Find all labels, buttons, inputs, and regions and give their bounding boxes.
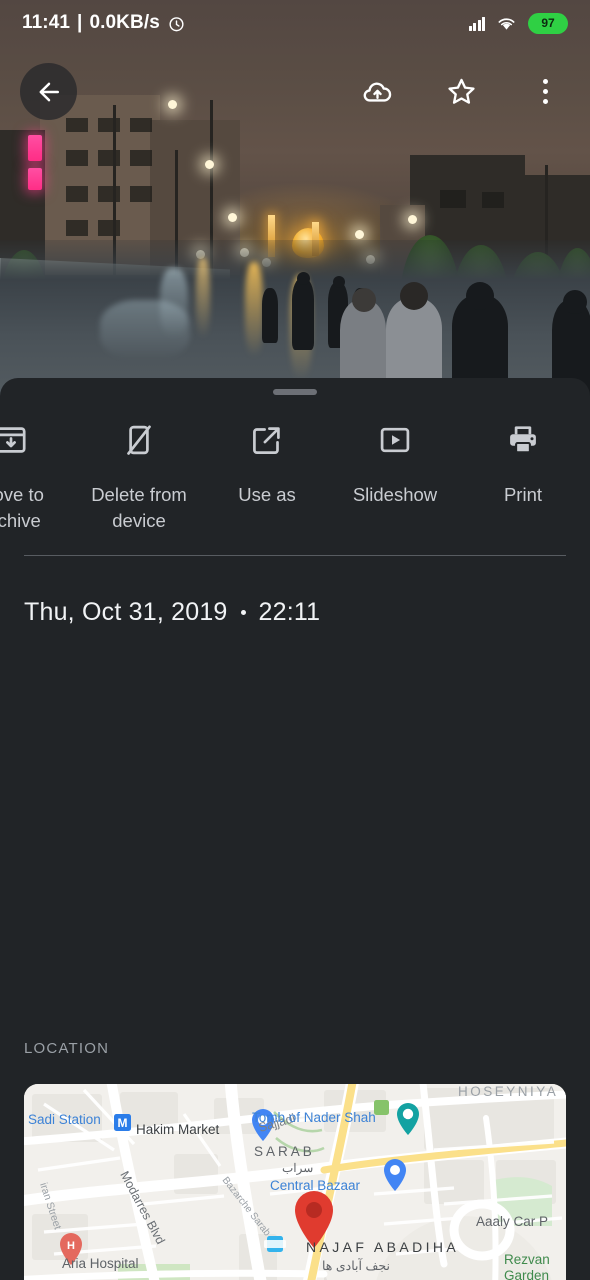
window <box>130 150 152 166</box>
svg-text:HOSEYNIYA: HOSEYNIYA <box>458 1084 558 1099</box>
cellular-signal-icon <box>468 16 485 31</box>
svg-text:M: M <box>118 1116 128 1130</box>
street-lamp-light <box>355 230 364 239</box>
top-action-buttons <box>350 64 572 118</box>
wifi-icon <box>498 17 515 30</box>
svg-text:سراب: سراب <box>282 1161 313 1175</box>
window <box>66 220 88 236</box>
action-buttons-row[interactable]: Move to archive Delete from device <box>0 408 590 538</box>
svg-text:نجف آبادی ها: نجف آبادی ها <box>322 1257 390 1273</box>
window <box>66 186 88 202</box>
bullet-separator-icon <box>240 610 246 615</box>
status-bar: 11:41 | 0.0KB/s 97 <box>0 0 590 46</box>
action-label: Print <box>503 484 543 505</box>
pedestrian-head <box>333 276 345 288</box>
window <box>130 186 152 202</box>
svg-text:Aria Hospital: Aria Hospital <box>62 1256 139 1271</box>
window <box>482 192 504 208</box>
svg-text:Central Bazaar: Central Bazaar <box>270 1178 361 1193</box>
map-image: H M Sadi Station Hakim Market Sajjadi To… <box>24 1084 566 1280</box>
cloud-upload-icon <box>363 82 391 102</box>
window <box>98 150 120 166</box>
pedestrian <box>262 288 278 343</box>
window <box>98 186 120 202</box>
window <box>66 150 88 166</box>
svg-text:Aaaly Car P: Aaaly Car P <box>476 1214 548 1229</box>
action-slideshow[interactable]: Slideshow <box>331 408 459 508</box>
svg-text:NAJAF ABADIHA: NAJAF ABADIHA <box>306 1239 459 1255</box>
battery-level-text: 97 <box>541 16 555 30</box>
phone-slash-icon <box>121 420 157 460</box>
pedestrian-head <box>400 282 428 310</box>
details-bottom-sheet: Move to archive Delete from device <box>0 378 590 1280</box>
street-lamp-light <box>228 213 237 222</box>
pedestrian-head <box>563 290 587 314</box>
window <box>440 190 466 208</box>
action-label: Slideshow <box>352 484 438 505</box>
pedestrian-head <box>297 272 310 285</box>
status-bar-left: 11:41 | 0.0KB/s <box>22 12 186 34</box>
hotel-neon-sign-letter <box>28 168 42 190</box>
action-delete-from-device[interactable]: Delete from device <box>75 408 203 534</box>
pedestrian-head <box>352 288 376 312</box>
svg-text:Hakim Market: Hakim Market <box>136 1122 220 1137</box>
status-bar-right: 97 <box>468 12 568 34</box>
star-outline-icon <box>447 78 475 104</box>
svg-text:SARAB: SARAB <box>254 1144 315 1159</box>
open-in-new-icon <box>249 420 285 460</box>
printer-icon <box>505 420 541 460</box>
light-reflection <box>196 258 210 338</box>
drag-handle-icon[interactable] <box>273 389 317 395</box>
svg-text:Rezvan: Rezvan <box>504 1252 550 1267</box>
action-move-to-archive[interactable]: Move to archive <box>0 408 75 534</box>
photo-datetime: Thu, Oct 31, 2019 22:11 <box>24 598 320 627</box>
svg-text:Tomb of Nader Shah: Tomb of Nader Shah <box>252 1110 376 1125</box>
top-bar: 11:41 | 0.0KB/s 97 <box>0 0 590 140</box>
alarm-clock-icon <box>169 16 184 31</box>
overflow-menu-button[interactable] <box>518 64 572 118</box>
street-lamp-light <box>408 215 417 224</box>
svg-text:H: H <box>67 1240 75 1252</box>
action-print[interactable]: Print <box>459 408 587 508</box>
street-lamp-light <box>205 160 214 169</box>
window <box>98 220 120 236</box>
favorite-button[interactable] <box>434 64 488 118</box>
pedestrian-head <box>466 282 494 310</box>
battery-indicator: 97 <box>528 12 568 34</box>
backup-button[interactable] <box>350 64 404 118</box>
arrow-left-icon <box>39 82 59 101</box>
action-use-as[interactable]: Use as <box>203 408 331 508</box>
more-vertical-icon <box>542 78 548 104</box>
back-button[interactable] <box>20 63 77 120</box>
photo-time: 22:11 <box>258 598 321 626</box>
action-label: Use as <box>238 484 296 505</box>
svg-text:Sadi Station: Sadi Station <box>28 1112 101 1127</box>
map-preview[interactable]: H M Sadi Station Hakim Market Sajjadi To… <box>24 1084 566 1280</box>
status-time: 11:41 <box>22 12 71 33</box>
divider <box>24 555 566 556</box>
light-reflection <box>100 300 190 360</box>
light-reflection <box>245 262 263 357</box>
action-label: Move to archive <box>0 484 44 531</box>
play-box-icon <box>377 420 413 460</box>
network-speed: 0.0KB/s <box>89 12 160 33</box>
svg-text:Garden: Garden <box>504 1268 549 1280</box>
pedestrian <box>292 278 314 350</box>
status-separator: | <box>77 12 83 33</box>
archive-download-icon <box>0 420 29 460</box>
photo-date: Thu, Oct 31, 2019 <box>24 598 228 626</box>
photo-details-screen: 11:41 | 0.0KB/s 97 ve to chive Delete fr… <box>0 0 590 1280</box>
location-section-label: LOCATION <box>24 1040 110 1057</box>
action-label: Delete from device <box>91 484 187 531</box>
